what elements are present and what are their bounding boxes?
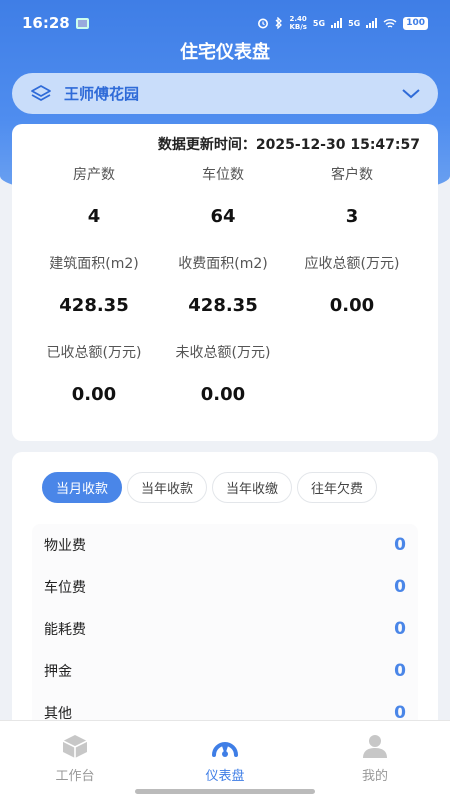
- fee-label: 押金: [44, 664, 72, 680]
- update-time: 数据更新时间：2025-12-30 15:47:57: [158, 134, 420, 154]
- stats-card: 数据更新时间：2025-12-30 15:47:57 房产数 4 车位数 64 …: [12, 124, 438, 441]
- wifi-icon: [383, 18, 397, 28]
- fee-label: 物业费: [44, 538, 86, 554]
- nav-mine[interactable]: 我的: [300, 721, 450, 800]
- community-name: 王师傅花园: [64, 85, 140, 103]
- signal-icon-2: [366, 18, 378, 28]
- stat-label-receivable: 应收总额(万元): [304, 256, 400, 272]
- nav-workbench-label: 工作台: [55, 769, 95, 784]
- net-speed: 2.40 KB/s: [289, 15, 306, 31]
- fee-row-parking[interactable]: 车位费 0: [32, 566, 418, 608]
- status-indicators: 2.40 KB/s 5G 5G 100: [257, 15, 428, 31]
- fee-tabs: 当月收款 当年收款 当年收缴 往年欠费: [42, 472, 378, 503]
- tab-year-collection[interactable]: 当年收款: [127, 472, 208, 503]
- update-time-value: 2025-12-30 15:47:57: [255, 137, 420, 153]
- stat-value-receivable: 0.00: [329, 295, 375, 316]
- tab-year-payment[interactable]: 当年收缴: [212, 472, 293, 503]
- stat-value-collected: 0.00: [71, 384, 117, 405]
- community-selector[interactable]: 王师傅花园: [12, 73, 438, 114]
- page-title: 住宅仪表盘: [180, 42, 270, 63]
- stat-label-building-area: 建筑面积(m2): [49, 256, 139, 272]
- stack-layers-icon: [31, 84, 51, 101]
- fee-label: 能耗费: [44, 622, 86, 638]
- stat-value-uncollected: 0.00: [200, 384, 246, 405]
- fee-row-energy[interactable]: 能耗费 0: [32, 608, 418, 650]
- fee-row-property[interactable]: 物业费 0: [32, 524, 418, 566]
- stat-label-properties: 房产数: [73, 167, 115, 183]
- fee-list: 物业费 0 车位费 0 能耗费 0 押金 0 其他 0: [32, 524, 418, 734]
- fee-label: 车位费: [44, 580, 86, 596]
- status-time: 16:28: [22, 14, 70, 32]
- stat-value-charging-area: 428.35: [188, 295, 258, 316]
- signal-icon-1: [331, 18, 343, 28]
- stat-label-parking: 车位数: [202, 167, 244, 183]
- gauge-icon: [212, 742, 238, 757]
- stat-value-properties: 4: [87, 206, 101, 227]
- net-type-2: 5G: [348, 18, 361, 28]
- fee-value: 0: [394, 661, 406, 681]
- bottom-tab-bar: 工作台 仪表盘 我的: [0, 720, 450, 800]
- stat-value-building-area: 428.35: [59, 295, 129, 316]
- nav-mine-label: 我的: [361, 769, 388, 784]
- nav-dashboard-label: 仪表盘: [205, 769, 245, 784]
- fee-value: 0: [394, 577, 406, 597]
- update-time-label: 数据更新时间：: [157, 137, 256, 153]
- fee-value: 0: [394, 535, 406, 555]
- user-icon: [363, 735, 387, 758]
- tab-past-arrears[interactable]: 往年欠费: [297, 472, 378, 503]
- stat-label-charging-area: 收费面积(m2): [178, 256, 268, 272]
- alarm-icon: [258, 18, 269, 29]
- net-type-1: 5G: [312, 18, 326, 28]
- fee-row-deposit[interactable]: 押金 0: [32, 650, 418, 692]
- gallery-icon: [75, 17, 89, 29]
- home-indicator: [135, 789, 315, 794]
- nav-workbench[interactable]: 工作台: [0, 721, 150, 800]
- box-icon: [62, 735, 88, 758]
- net-speed-unit: KB/s: [289, 23, 307, 31]
- stat-label-collected: 已收总额(万元): [46, 345, 142, 361]
- net-speed-value: 2.40: [289, 15, 307, 23]
- fee-value: 0: [394, 619, 406, 639]
- battery-icon: 100: [403, 16, 428, 30]
- stat-value-parking: 64: [210, 206, 236, 227]
- bluetooth-icon: [275, 17, 283, 29]
- stat-label-uncollected: 未收总额(万元): [175, 345, 271, 361]
- stat-label-customers: 客户数: [331, 167, 373, 183]
- stat-value-customers: 3: [345, 206, 359, 227]
- tab-month-collection[interactable]: 当月收款: [42, 472, 123, 503]
- chevron-down-icon[interactable]: [402, 88, 420, 99]
